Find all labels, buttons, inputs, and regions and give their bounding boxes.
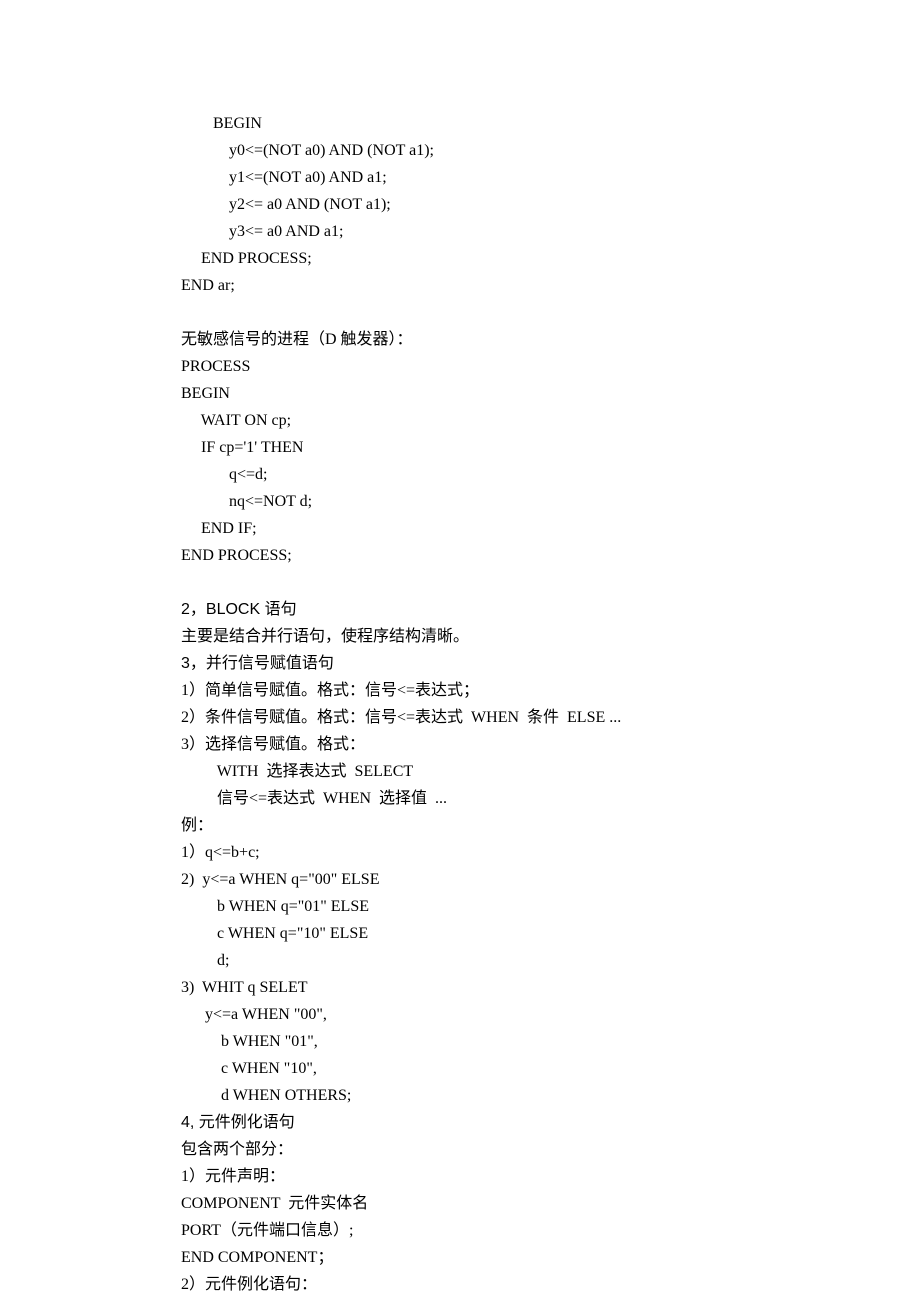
paragraph: 主要是结合并行语句，使程序结构清晰。 [181,623,920,650]
code-line: y0<=(NOT a0) AND (NOT a1); [181,137,920,164]
paragraph: 例： [181,812,920,839]
code-line: c WHEN q="10" ELSE [181,920,920,947]
code-line: y<=a WHEN "00", [181,1001,920,1028]
section-heading-parallel-assign: 3，并行信号赋值语句 [181,650,920,677]
paragraph: 包含两个部分： [181,1136,920,1163]
code-line: PROCESS [181,353,920,380]
code-line: nq<=NOT d; [181,488,920,515]
section-heading-component: 4, 元件例化语句 [181,1109,920,1136]
paragraph: 2）条件信号赋值。格式：信号<=表达式 WHEN 条件 ELSE ... [181,704,920,731]
paragraph: 3）选择信号赋值。格式： [181,731,920,758]
code-line: b WHEN "01", [181,1028,920,1055]
code-line: COMPONENT 元件实体名 [181,1190,920,1217]
code-line: END PROCESS; [181,542,920,569]
document-page: BEGIN y0<=(NOT a0) AND (NOT a1); y1<=(NO… [0,0,920,1302]
blank-line [181,299,920,326]
code-line: q<=d; [181,461,920,488]
code-line: BEGIN [181,380,920,407]
code-line: y2<= a0 AND (NOT a1); [181,191,920,218]
code-line: 2) y<=a WHEN q="00" ELSE [181,866,920,893]
code-line: d; [181,947,920,974]
code-line: BEGIN [181,110,920,137]
code-line: b WHEN q="01" ELSE [181,893,920,920]
code-line: END IF; [181,515,920,542]
code-line: IF cp='1' THEN [181,434,920,461]
code-line: 1）q<=b+c; [181,839,920,866]
paragraph: 2）元件例化语句： [181,1271,920,1298]
code-line: d WHEN OTHERS; [181,1082,920,1109]
code-line: c WHEN "10", [181,1055,920,1082]
code-line: END PROCESS; [181,245,920,272]
code-line: y1<=(NOT a0) AND a1; [181,164,920,191]
code-line: WAIT ON cp; [181,407,920,434]
code-line: END ar; [181,272,920,299]
code-line: 3) WHIT q SELET [181,974,920,1001]
section-heading-block: 2，BLOCK 语句 [181,596,920,623]
code-line: PORT（元件端口信息）; [181,1217,920,1244]
paragraph: 1）元件声明： [181,1163,920,1190]
blank-line [181,569,920,596]
code-line: WITH 选择表达式 SELECT [181,758,920,785]
paragraph: 1）简单信号赋值。格式：信号<=表达式； [181,677,920,704]
code-line: END COMPONENT； [181,1244,920,1271]
paragraph: 无敏感信号的进程（D 触发器）： [181,326,920,353]
code-line: y3<= a0 AND a1; [181,218,920,245]
code-line: 信号<=表达式 WHEN 选择值 ... [181,785,920,812]
